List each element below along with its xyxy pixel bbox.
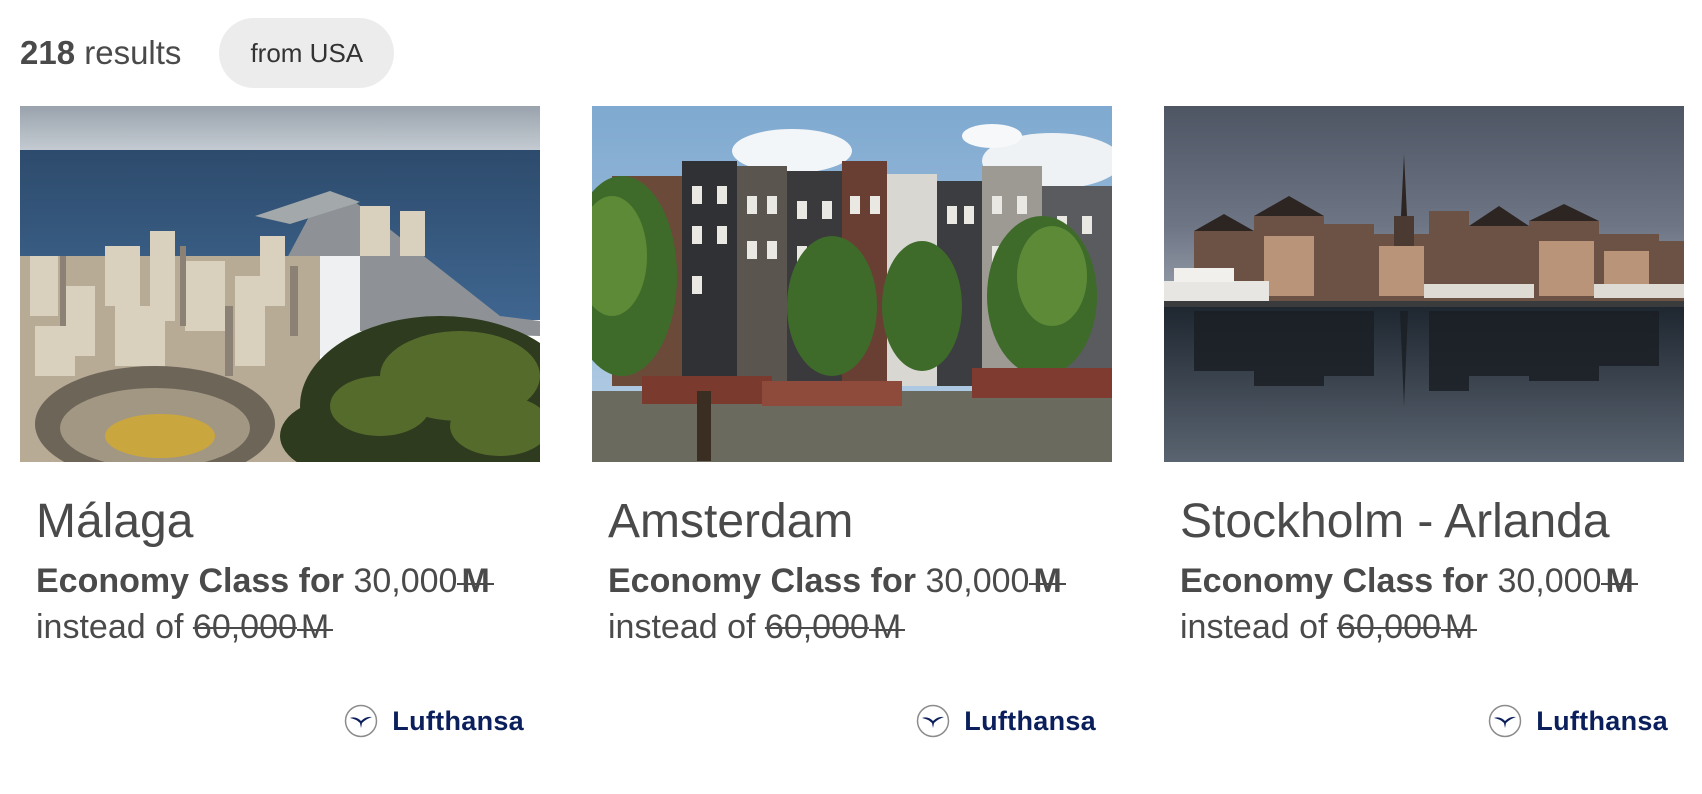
price-miles: 30,000 — [353, 562, 458, 600]
results-number: 218 — [20, 34, 76, 71]
offer-price: Economy Class for 30,000 M instead of 60,… — [1180, 558, 1639, 650]
price-miles: 30,000 — [1497, 562, 1602, 600]
airline-name: Lufthansa — [964, 705, 1096, 736]
airline-name: Lufthansa — [392, 705, 524, 736]
lufthansa-crane-icon — [345, 704, 378, 738]
offer-card-malaga[interactable]: Málaga Economy Class for 30,000 M instead… — [20, 106, 540, 786]
results-label: results — [84, 34, 182, 71]
miles-icon: M — [457, 558, 495, 604]
class-label: Economy Class for — [36, 562, 344, 600]
lufthansa-crane-icon — [1489, 704, 1522, 738]
offer-card-stockholm[interactable]: Stockholm - Arlanda Economy Class for 30… — [1164, 106, 1684, 786]
miles-icon: M — [868, 604, 906, 650]
class-label: Economy Class for — [608, 562, 916, 600]
offer-card-amsterdam[interactable]: Amsterdam Economy Class for 30,000 M inst… — [592, 106, 1112, 786]
origin-filter-chip[interactable]: from USA — [219, 18, 395, 88]
destination-photo — [1164, 106, 1684, 462]
miles-icon: M — [1440, 604, 1478, 650]
class-label: Economy Class for — [1180, 562, 1488, 600]
destination-name: Amsterdam — [608, 495, 854, 548]
instead-label: instead of — [608, 608, 756, 646]
results-count: 218 results — [20, 34, 181, 72]
destination-photo — [592, 106, 1112, 462]
destination-name: Málaga — [36, 495, 194, 548]
original-miles: 60,000 — [764, 608, 869, 646]
instead-label: instead of — [1180, 608, 1328, 646]
airline-badge: Lufthansa — [1488, 704, 1668, 738]
offer-price: Economy Class for 30,000 M instead of 60,… — [608, 558, 1067, 650]
miles-icon: M — [1029, 558, 1067, 604]
destination-name: Stockholm - Arlanda — [1180, 495, 1610, 548]
destination-photo — [20, 106, 540, 462]
results-header: 218 results from USA — [20, 17, 395, 89]
miles-icon: M — [296, 604, 334, 650]
lufthansa-crane-icon — [917, 704, 950, 738]
airline-badge: Lufthansa — [344, 704, 524, 738]
airline-badge: Lufthansa — [916, 704, 1096, 738]
airline-name: Lufthansa — [1536, 705, 1668, 736]
original-miles: 60,000 — [192, 608, 297, 646]
offer-price: Economy Class for 30,000 M instead of 60,… — [36, 558, 495, 650]
miles-icon: M — [1601, 558, 1639, 604]
instead-label: instead of — [36, 608, 184, 646]
original-miles: 60,000 — [1336, 608, 1441, 646]
price-miles: 30,000 — [925, 562, 1030, 600]
